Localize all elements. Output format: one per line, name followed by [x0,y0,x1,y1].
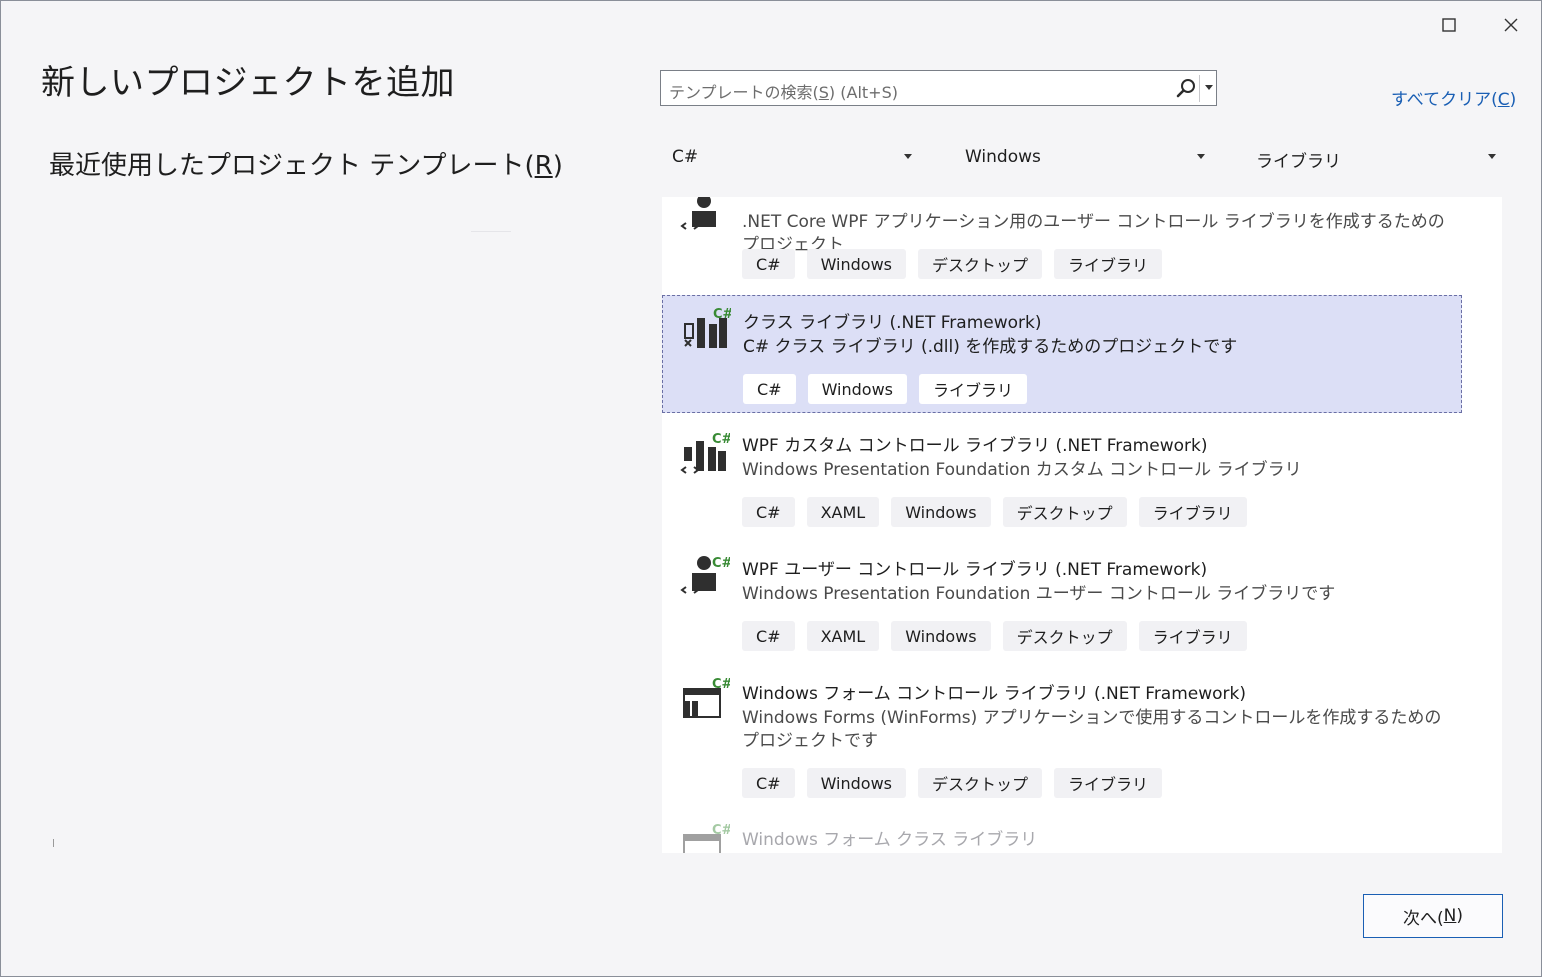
chevron-down-icon [1205,85,1213,90]
template-tags: C# XAML Windows デスクトップ ライブラリ [742,497,1247,527]
chevron-down-icon [1197,154,1205,159]
close-icon [1504,18,1518,32]
tag: C# [742,249,795,279]
template-tags: C# Windows デスクトップ ライブラリ [742,768,1163,798]
tag: XAML [806,497,880,527]
tag: C# [742,621,795,651]
template-tags: C# XAML Windows デスクトップ ライブラリ [742,621,1247,651]
tag: ライブラリ [1054,768,1163,798]
template-list[interactable]: .NET Core WPF アプリケーション用のユーザー コントロール ライブラ… [662,197,1502,853]
tag: Windows [806,249,906,279]
maximize-icon [1442,18,1456,32]
next-button[interactable]: 次へ(N) [1363,894,1503,938]
class-library-icon: C# [684,307,731,348]
close-button[interactable] [1491,9,1531,41]
tag: デスクトップ [1002,497,1127,527]
search-icon[interactable] [1175,78,1197,100]
platform-filter-value: Windows [965,147,1041,167]
tag: デスクトップ [1002,621,1127,651]
chevron-down-icon [1488,154,1496,159]
template-item[interactable]: C# WPF カスタム コントロール ライブラリ (.NET Framework… [662,419,1462,537]
tag: C# [742,768,795,798]
tag: デスクトップ [918,249,1043,279]
resize-grip [53,839,54,847]
recent-templates-heading: 最近使用したプロジェクト テンプレート(R) [49,151,563,181]
template-name: WPF カスタム コントロール ライブラリ (.NET Framework) [742,436,1208,456]
template-name: クラス ライブラリ (.NET Framework) [743,313,1042,333]
tag: ライブラリ [919,374,1028,404]
language-filter[interactable]: C# [662,141,918,173]
project-type-filter-value: ライブラリ [1256,152,1341,172]
wpf-user-control-icon: C# [680,556,730,594]
tag: ライブラリ [1054,249,1163,279]
maximize-button[interactable] [1429,9,1469,41]
clear-all-link[interactable]: すべてクリア(C) [1391,85,1516,110]
template-item[interactable]: C# Windows フォーム クラス ライブラリ [662,815,1462,853]
page-title: 新しいプロジェクトを追加 [41,63,455,103]
tag: C# [743,374,796,404]
template-description: C# クラス ライブラリ (.dll) を作成するためのプロジェクトです [743,337,1238,357]
tag: XAML [806,621,880,651]
svg-text:C#: C# [712,432,730,447]
language-filter-value: C# [672,147,699,167]
project-type-filter[interactable]: ライブラリ [1246,141,1502,173]
template-name: Windows フォーム コントロール ライブラリ (.NET Framewor… [742,684,1247,704]
tag: C# [742,497,795,527]
tag: ライブラリ [1138,497,1247,527]
template-tags: C# Windows デスクトップ ライブラリ [742,249,1163,279]
winforms-control-icon: C# [683,677,730,718]
template-name: Windows フォーム クラス ライブラリ [742,830,1038,850]
template-item[interactable]: .NET Core WPF アプリケーション用のユーザー コントロール ライブラ… [662,197,1462,283]
template-item[interactable]: C# WPF ユーザー コントロール ライブラリ (.NET Framework… [662,543,1462,661]
svg-text:C#: C# [712,677,730,692]
search-input[interactable]: テンプレートの検索(S) (Alt+S) [669,79,898,103]
search-history-dropdown[interactable] [1202,71,1216,105]
template-description: Windows Forms (WinForms) アプリケーションで使用するコン… [742,708,1442,751]
tag: Windows [807,374,907,404]
template-item-selected[interactable]: C# クラス ライブラリ (.NET Framework) C# クラス ライブ… [662,295,1462,413]
template-description: Windows Presentation Foundation ユーザー コント… [742,584,1336,604]
tag: Windows [891,497,991,527]
chevron-down-icon [904,154,912,159]
template-description: Windows Presentation Foundation カスタム コント… [742,460,1302,480]
tag: Windows [891,621,991,651]
template-name: WPF ユーザー コントロール ライブラリ (.NET Framework) [742,560,1208,580]
wpf-user-control-icon [680,197,716,230]
template-item[interactable]: C# Windows フォーム コントロール ライブラリ (.NET Frame… [662,667,1462,807]
divider [471,231,511,232]
tag: デスクトップ [918,768,1043,798]
svg-text:C#: C# [713,307,731,322]
template-search-box[interactable]: テンプレートの検索(S) (Alt+S) [660,70,1217,106]
add-project-dialog: 新しいプロジェクトを追加 最近使用したプロジェクト テンプレート(R) テンプレ… [0,0,1542,977]
platform-filter[interactable]: Windows [955,141,1211,173]
tag: Windows [806,768,906,798]
search-separator [1199,75,1200,102]
tag: ライブラリ [1138,621,1247,651]
svg-text:C#: C# [712,556,730,571]
wpf-custom-control-icon: C# [680,432,730,474]
template-tags: C# Windows ライブラリ [743,374,1028,404]
winforms-class-icon: C# [683,823,730,853]
svg-text:C#: C# [712,823,730,838]
